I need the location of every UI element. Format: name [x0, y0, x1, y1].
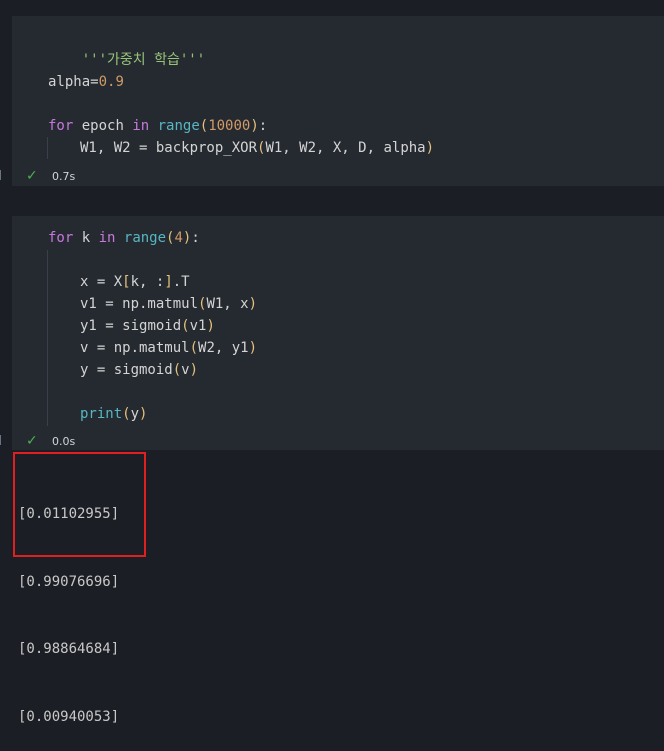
paren-open: ( — [172, 362, 182, 378]
code-line-print: print(y) — [80, 403, 147, 425]
code-line-backprop: W1, W2 = backprop_XOR(W1, W2, X, D, alph… — [80, 137, 434, 159]
paren-close: ) — [206, 318, 215, 334]
range-value: 4 — [174, 230, 183, 246]
code-text: v1 = np.matmul — [80, 296, 199, 312]
backprop-lhs: W1, W2 = backprop_XOR — [80, 140, 258, 156]
code-text: y = — [80, 362, 114, 378]
for-keyword: for — [48, 118, 74, 134]
code-cell-1[interactable]: '''가중치 학습''' alpha=0.9 for epoch in rang… — [12, 16, 664, 186]
paren-close: ) — [425, 140, 435, 156]
loop-variable: epoch — [73, 118, 133, 134]
code-text: v — [181, 362, 190, 378]
code-line-alpha: alpha=0.9 — [48, 71, 124, 93]
bracket-open: [ — [122, 274, 131, 290]
paren-close: ) — [139, 406, 148, 422]
execution-time: 0.0s — [52, 435, 76, 448]
code-line-v: v = np.matmul(W2, y1) — [80, 337, 257, 359]
output-line: [0.00940053] — [18, 708, 120, 725]
paren-open: ( — [122, 406, 131, 422]
colon: : — [258, 118, 268, 134]
paren-close: ) — [250, 118, 259, 134]
in-keyword: in — [98, 230, 116, 246]
indent-guide — [47, 137, 48, 159]
code-text: v = np.matmul — [80, 340, 190, 356]
code-cell-2[interactable]: for k in range(4): x = X[k, :].T v1 = np… — [12, 216, 664, 450]
print-function: print — [80, 406, 123, 422]
code-text: W1, x — [206, 296, 249, 312]
range-function: range — [157, 118, 200, 134]
cell-marker — [0, 435, 3, 445]
cell-marker — [0, 170, 3, 180]
output-line: [0.98864684] — [18, 641, 120, 657]
code-line-y: y = sigmoid(v) — [80, 359, 198, 381]
output-line: [0.99076696] — [18, 573, 120, 590]
code-text: y1 = — [80, 318, 123, 334]
code-text: W2, y1 — [198, 340, 249, 356]
alpha-value: 0.9 — [98, 74, 124, 90]
check-icon: ✓ — [26, 433, 38, 449]
alpha-var: alpha — [48, 74, 91, 90]
range-function: range — [123, 230, 167, 246]
code-line-v1: v1 = np.matmul(W1, x) — [80, 293, 257, 315]
paren-open: ( — [199, 118, 209, 134]
paren-close: ) — [248, 296, 258, 312]
loop-variable: k — [73, 230, 99, 246]
for-keyword: for — [48, 230, 74, 246]
backprop-args: W1, W2, X, D, alpha — [265, 140, 426, 156]
check-icon: ✓ — [26, 168, 38, 184]
code-line-y1: y1 = sigmoid(v1) — [80, 315, 215, 337]
paren-open: ( — [181, 318, 190, 334]
code-line-for-k: for k in range(4): — [48, 227, 200, 249]
indent-guide — [47, 250, 48, 426]
code-text: x = X — [80, 274, 123, 290]
paren-open: ( — [189, 340, 199, 356]
code-line-for-epoch: for epoch in range(10000): — [48, 115, 267, 137]
assign-op: = — [90, 74, 99, 90]
sigmoid-function: sigmoid — [113, 362, 173, 378]
cell-1-status: ✓ 0.7s — [0, 167, 664, 189]
colon: : — [191, 230, 200, 246]
code-text: y — [130, 406, 140, 422]
execution-time: 0.7s — [52, 170, 76, 183]
paren-close: ) — [248, 340, 258, 356]
output-highlight-box — [13, 452, 146, 557]
cell-2-status: ✓ 0.0s — [0, 432, 664, 454]
code-line-x: x = X[k, :].T — [80, 271, 190, 293]
code-text: .T — [172, 274, 190, 290]
bracket-close: ] — [164, 274, 173, 290]
code-text: v1 — [189, 318, 207, 334]
paren-close: ) — [189, 362, 199, 378]
docstring-comment: '''가중치 학습''' — [81, 52, 206, 68]
range-value: 10000 — [208, 118, 251, 134]
code-text: k, : — [130, 274, 165, 290]
sigmoid-function: sigmoid — [122, 318, 182, 334]
in-keyword: in — [132, 118, 150, 134]
